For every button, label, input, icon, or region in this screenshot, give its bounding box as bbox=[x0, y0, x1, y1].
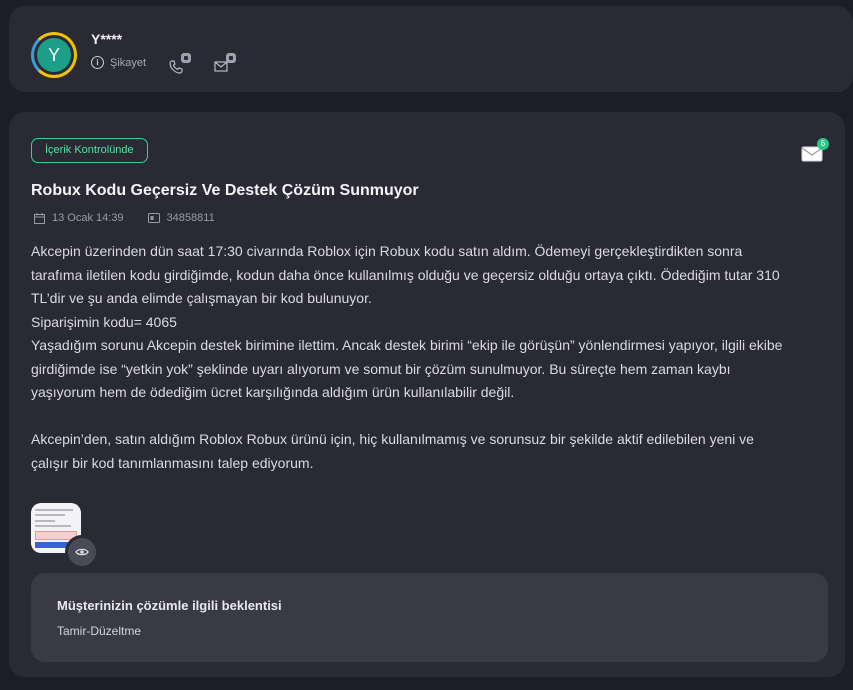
avatar-letter: Y bbox=[37, 38, 71, 72]
expectation-value: Tamir-Düzeltme bbox=[57, 624, 142, 638]
complaint-body: Akcepin üzerinden dün saat 17:30 civarın… bbox=[31, 240, 791, 475]
user-name: Y**** bbox=[91, 31, 123, 47]
message-count-badge: 6 bbox=[817, 138, 829, 150]
complaint-date: 13 Ocak 14:39 bbox=[52, 212, 124, 224]
avatar: Y bbox=[31, 32, 77, 78]
body-paragraph: Siparişimin kodu= 4065 bbox=[31, 313, 177, 330]
complaint-id: 34858811 bbox=[166, 212, 215, 224]
user-card: Y Y**** i Şikayet bbox=[9, 6, 853, 92]
email-locked[interactable] bbox=[214, 53, 236, 74]
phone-locked[interactable] bbox=[169, 53, 191, 74]
expectation-box: Müşterinizin çözümle ilgili beklentisi T… bbox=[31, 573, 828, 662]
calendar-icon bbox=[34, 212, 45, 224]
eye-icon bbox=[75, 548, 89, 556]
info-icon: i bbox=[91, 56, 104, 69]
lock-icon bbox=[226, 53, 236, 63]
body-paragraph: Yaşadığım sorunu Akcepin destek birimine… bbox=[31, 337, 783, 400]
body-paragraph: Akcepin üzerinden dün saat 17:30 civarın… bbox=[31, 243, 780, 306]
mail-icon bbox=[214, 61, 228, 72]
complaint-count-link[interactable]: i Şikayet bbox=[91, 56, 146, 69]
complaint-label: Şikayet bbox=[110, 56, 147, 69]
status-badge: İçerik Kontrolünde bbox=[31, 138, 148, 163]
view-attachment-button[interactable] bbox=[65, 535, 99, 569]
lock-icon bbox=[181, 53, 191, 63]
messages-button[interactable]: 6 bbox=[801, 138, 829, 164]
id-card-icon bbox=[147, 213, 160, 223]
complaint-meta: 13 Ocak 14:39 34858811 bbox=[34, 212, 229, 224]
complaint-card: İçerik Kontrolünde 6 Robux Kodu Geçersiz… bbox=[9, 112, 845, 677]
expectation-title: Müşterinizin çözümle ilgili beklentisi bbox=[57, 598, 282, 613]
body-paragraph: Akcepin’den, satın aldığım Roblox Robux … bbox=[31, 431, 754, 471]
complaint-title: Robux Kodu Geçersiz Ve Destek Çözüm Sunm… bbox=[31, 182, 419, 199]
